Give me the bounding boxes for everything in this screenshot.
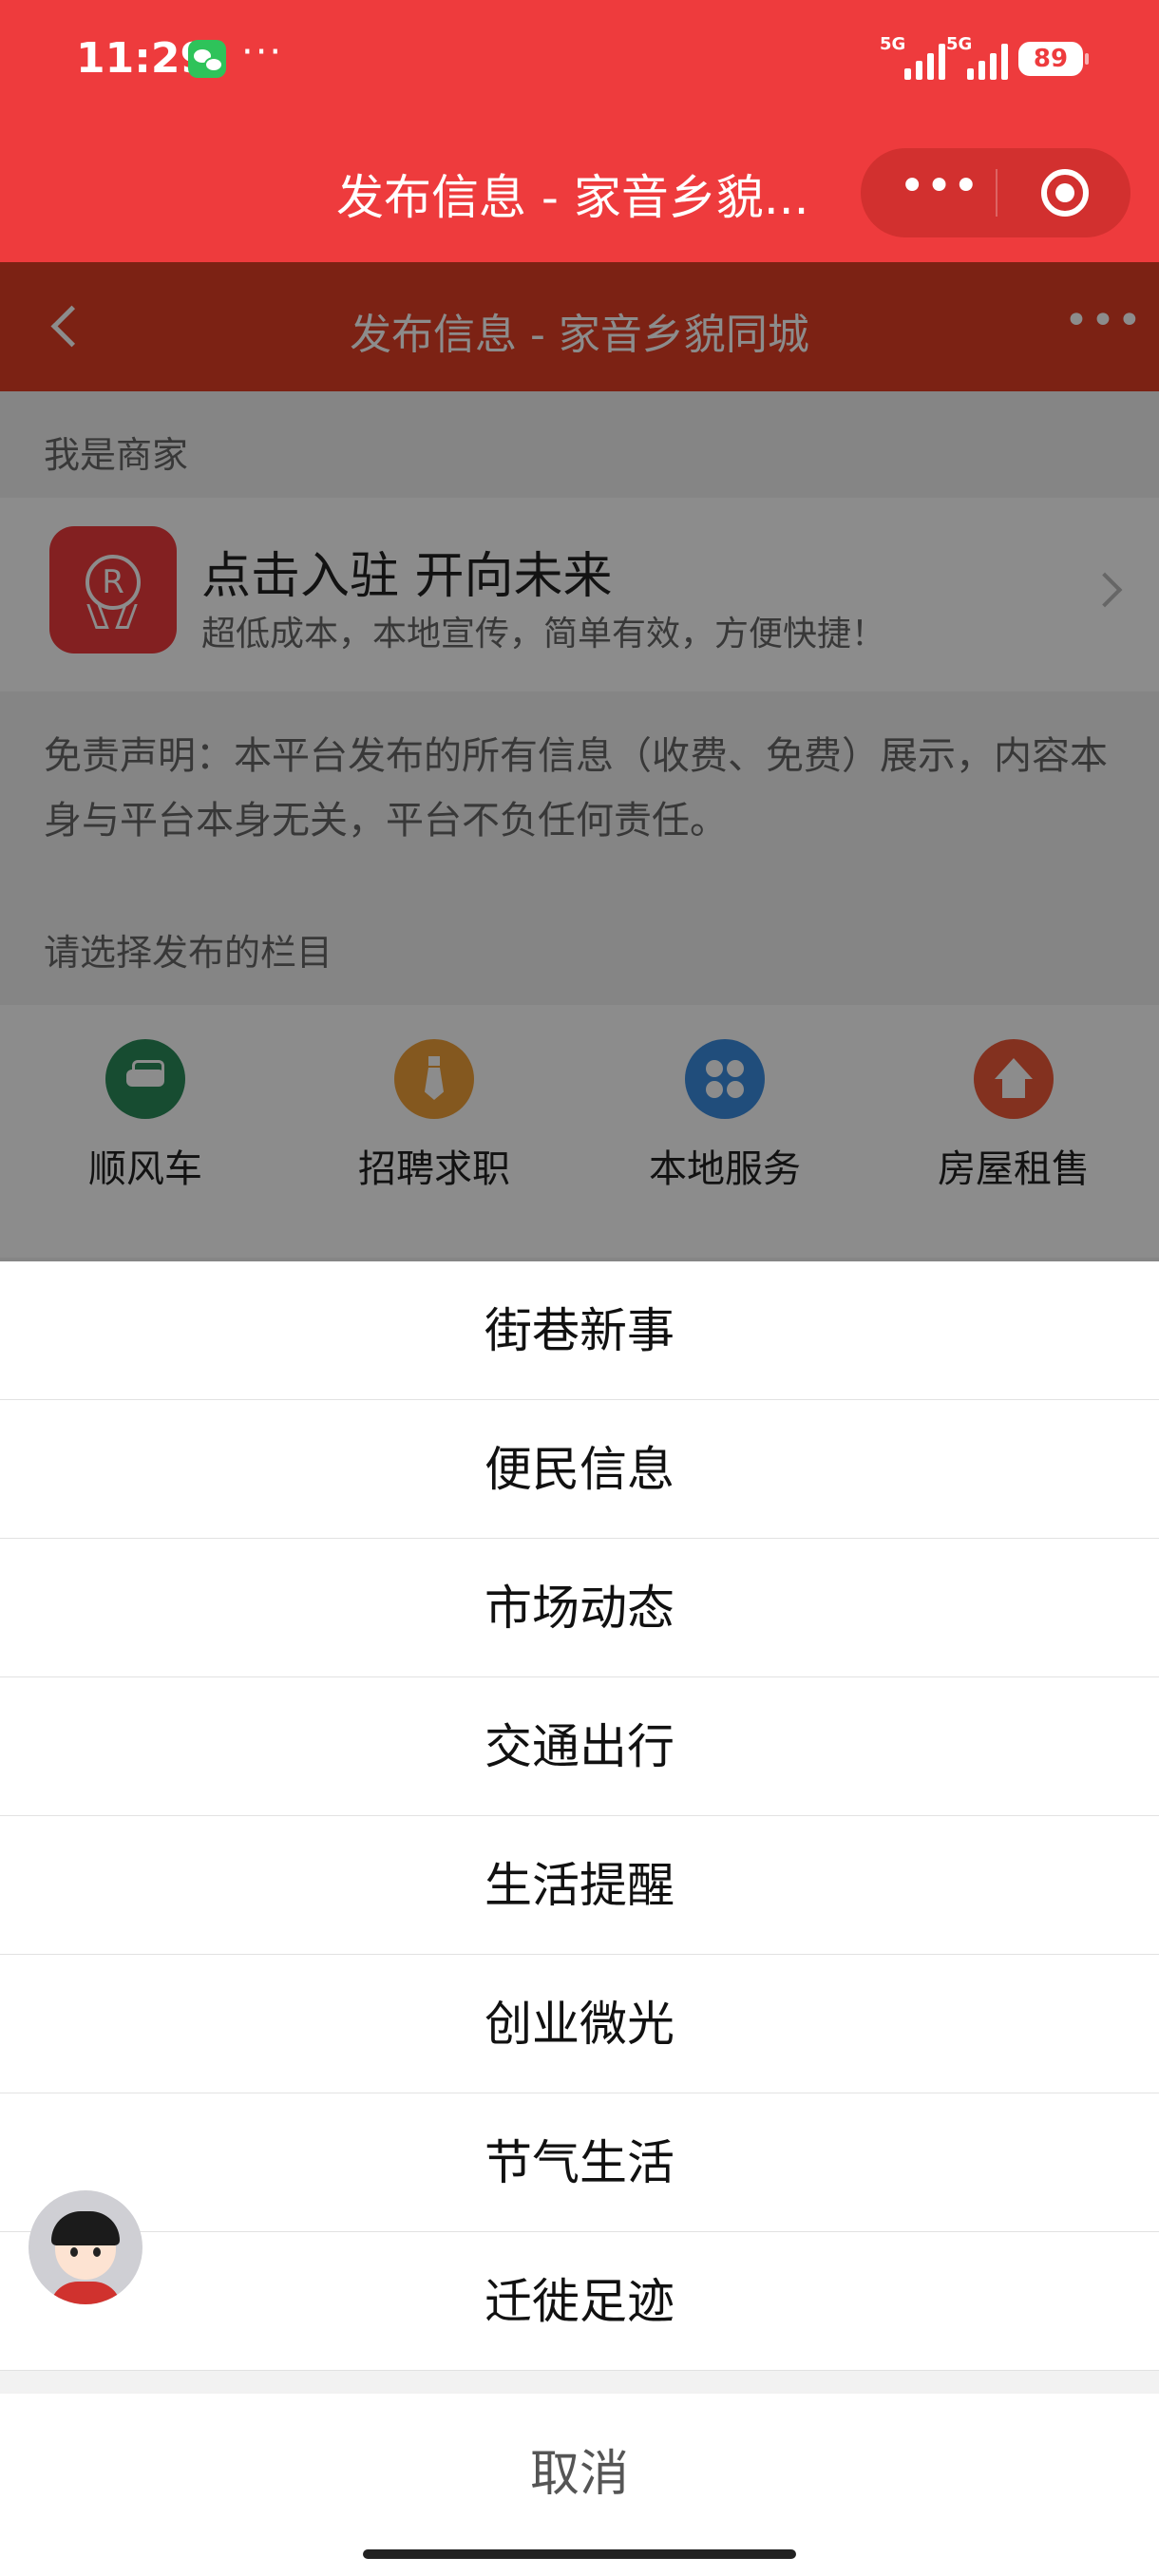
miniprogram-capsule: ••• xyxy=(861,148,1130,237)
signal-label: 5G xyxy=(946,34,973,54)
top-header: 11:29 ··· 5G 5G 89 发布信息 - 家音乡貌... ••• xyxy=(0,0,1159,262)
home-indicator xyxy=(363,2549,796,2559)
miniprogram-title: 发布信息 - 家音乡貌... xyxy=(336,170,809,225)
wechat-icon xyxy=(188,40,226,78)
status-more-icon: ··· xyxy=(241,30,284,74)
signal-icon: 5G xyxy=(946,34,1013,80)
action-sheet-item[interactable]: 街巷新事 xyxy=(0,1261,1159,1400)
action-sheet: 街巷新事 便民信息 市场动态 交通出行 生活提醒 创业微光 节气生活 迁徙足迹 … xyxy=(0,1261,1159,2576)
signal-label: 5G xyxy=(880,34,906,54)
action-sheet-item[interactable]: 创业微光 xyxy=(0,1955,1159,2093)
more-dots-icon[interactable]: ••• xyxy=(899,163,979,220)
target-close-icon[interactable] xyxy=(1041,169,1089,217)
action-sheet-item[interactable]: 生活提醒 xyxy=(0,1816,1159,1955)
action-sheet-item[interactable]: 交通出行 xyxy=(0,1677,1159,1816)
battery-icon: 89 xyxy=(1018,42,1089,76)
customer-service-avatar[interactable] xyxy=(28,2190,142,2304)
action-sheet-item[interactable]: 便民信息 xyxy=(0,1400,1159,1539)
modal-overlay[interactable] xyxy=(0,262,1159,1261)
signal-icon: 5G xyxy=(880,34,946,80)
action-sheet-item[interactable]: 市场动态 xyxy=(0,1539,1159,1677)
action-sheet-item[interactable]: 迁徙足迹 xyxy=(0,2232,1159,2371)
action-sheet-item[interactable]: 节气生活 xyxy=(0,2093,1159,2232)
